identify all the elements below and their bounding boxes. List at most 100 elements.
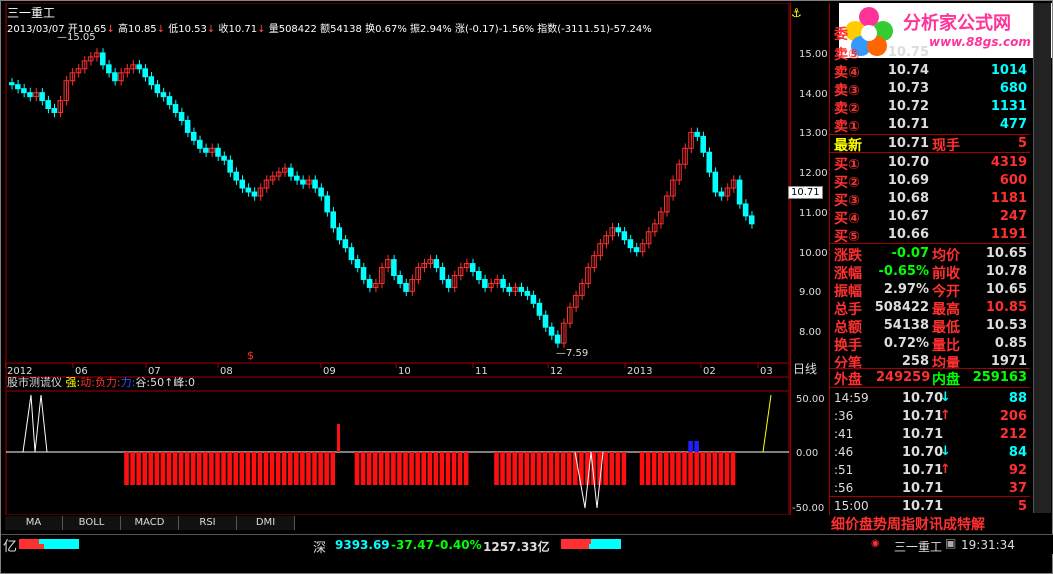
index-gauge <box>561 539 621 549</box>
tab-macd[interactable]: MACD <box>121 516 179 530</box>
buy-row: 买② 10.69 600 <box>834 173 1027 191</box>
indicator-red-bar <box>609 452 615 485</box>
candle-body <box>160 92 167 98</box>
candle-body <box>39 92 45 102</box>
indicator-red-bar <box>421 452 426 485</box>
info-icon[interactable]: ▣ <box>945 536 956 550</box>
price-chart[interactable]: 2012 06 07 08 09 10 11 12 2013 02 03 $ <box>5 3 790 515</box>
indicator-red-bar <box>397 452 402 485</box>
buy-row: 买① 10.70 4319 <box>834 155 1027 173</box>
indicator-red-bar <box>372 452 378 485</box>
indicator-red-bar <box>542 452 548 485</box>
candle-body <box>542 314 549 328</box>
candle-body <box>403 282 409 292</box>
tick-row: 14:59 10.70 ↓ 88 <box>834 390 1027 406</box>
indicator-y-tick: -50.00 <box>792 503 825 514</box>
candle-body <box>99 52 106 66</box>
sell-row: 卖① 10.71 477 <box>834 117 1027 135</box>
status-bar: 亿 深 9393.69 -37.47 -0.40% 1257.33亿 ◉ 三一重… <box>1 534 1053 556</box>
info-change: 涨(-0.17)-1.56% <box>455 24 535 35</box>
candle-body <box>330 211 337 229</box>
candle-body <box>615 227 622 233</box>
bottom-menu[interactable]: 细价盘势周指财讯成特解 <box>831 514 1031 534</box>
info-amount: 额54138 <box>320 24 362 35</box>
scrollbar[interactable] <box>1033 3 1051 513</box>
candle-body <box>51 108 58 114</box>
tab-dmi[interactable]: DMI <box>237 516 295 530</box>
indicator-red-bar <box>275 452 281 485</box>
indicator-red-bar <box>415 452 420 485</box>
indicator-red-bar <box>518 452 524 485</box>
indicator-red-bar <box>178 452 184 485</box>
volume-gauge <box>19 539 79 549</box>
info-low: 低10.53 <box>168 24 207 35</box>
indicator-red-bar <box>457 452 463 485</box>
indicator-red-bar <box>294 452 299 485</box>
indicator-red-bar <box>142 452 147 485</box>
indicator-red-bar <box>300 452 305 485</box>
candle-body <box>318 187 324 197</box>
indicator-red-bar <box>378 452 384 485</box>
candle-body <box>203 147 209 153</box>
buy-row: 买④ 10.67 247 <box>834 209 1027 227</box>
low-mark: —7.59 <box>556 348 589 359</box>
x-axis-labels: 2012 06 07 08 09 10 11 12 2013 02 03 <box>5 363 773 377</box>
candle-body <box>694 131 700 137</box>
down-arrow-icon: ↓ <box>156 24 166 35</box>
app-window: 2012 06 07 08 09 10 11 12 2013 02 03 $ 15.00 14.00 1… <box>0 0 1053 574</box>
candle-body <box>45 100 51 110</box>
candle-body <box>397 275 403 284</box>
candle-body <box>221 155 227 161</box>
anchor-icon[interactable]: ⚓ <box>791 7 802 19</box>
indicator-red-bar <box>694 452 699 485</box>
candlestick-series <box>9 48 755 348</box>
y-tick-label: 10.00 <box>799 247 828 259</box>
x-tick-label: 2013 <box>627 366 652 377</box>
period-label[interactable]: 日线 <box>793 363 817 375</box>
indicator-red-bar <box>324 452 329 485</box>
indicator-red-bar <box>554 452 560 485</box>
indicator-red-bar <box>512 452 517 485</box>
candle-body <box>112 72 118 82</box>
indicator-red-bar <box>391 452 396 485</box>
tick-row: :46 10.70 ↓ 84 <box>834 444 1027 460</box>
indicator-red-bar <box>366 452 372 485</box>
indicator-red-bar <box>269 452 275 485</box>
indicator-red-bar <box>184 452 190 485</box>
tab-rsi[interactable]: RSI <box>179 516 237 530</box>
indicator-red-bar <box>251 452 257 485</box>
y-tick-label: 12.00 <box>799 168 828 180</box>
candle-body <box>148 76 155 86</box>
indicator-red-bar <box>439 452 445 485</box>
indicator-red-bar <box>354 452 360 485</box>
candle-body <box>336 227 343 241</box>
indicator-red-bar <box>524 452 530 485</box>
tab-ma[interactable]: MA <box>5 516 63 530</box>
tab-boll[interactable]: BOLL <box>63 516 121 530</box>
candle-body <box>166 96 173 106</box>
indicator-red-bar <box>239 452 245 485</box>
indicator-red-bar <box>233 452 238 485</box>
sell-row: 卖④ 10.74 1014 <box>834 63 1027 81</box>
indicator-red-bar <box>409 452 414 485</box>
indicator-y-tick: 50.00 <box>796 394 825 405</box>
dollar-marker: $ <box>247 349 254 362</box>
candle-body <box>482 278 488 288</box>
indicator-red-bar <box>360 452 366 485</box>
y-tick-label: 13.00 <box>799 128 828 140</box>
candle-body <box>142 68 148 78</box>
indicator-red-bar <box>148 452 154 485</box>
indicator-peak-line <box>22 394 48 453</box>
candle-body <box>9 82 15 86</box>
indicator-red-bar <box>494 452 499 485</box>
indicator-red-bar <box>124 452 129 485</box>
candle-body <box>548 326 555 336</box>
candle-body <box>706 151 713 173</box>
quote-panel: 委 卖⑤ 10.75 卖④ 10.74 1014 卖③ 10.73 680 卖② 10.72 113… <box>830 3 1030 514</box>
signal-icon[interactable]: ◉ <box>871 538 880 549</box>
indicator-red-bar <box>209 452 214 485</box>
candle-body <box>354 259 361 269</box>
indicator-blue-bar <box>688 441 693 452</box>
candle-body <box>530 294 537 304</box>
indicator-red-bar <box>700 452 705 485</box>
